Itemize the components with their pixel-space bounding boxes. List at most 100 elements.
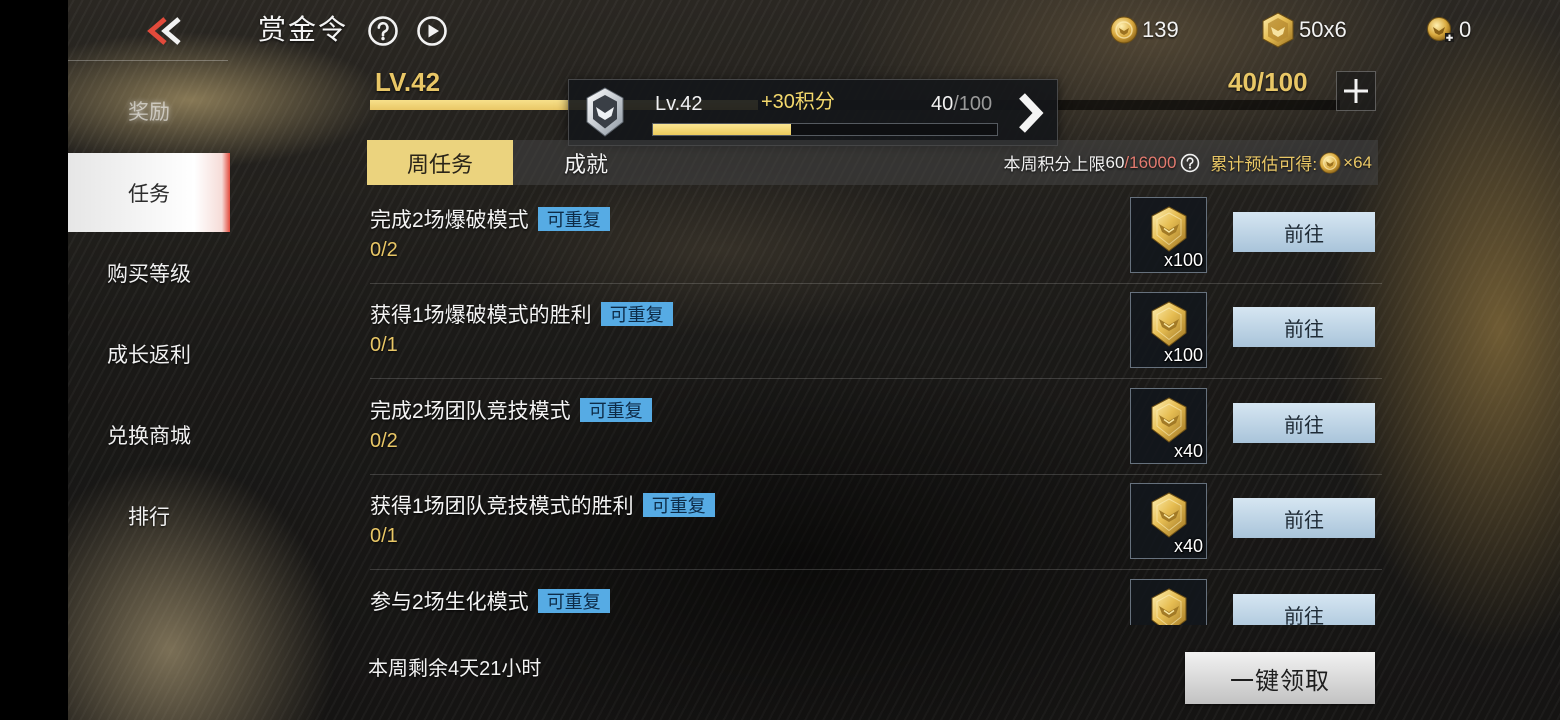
crystal-amount: 50x6 (1299, 17, 1347, 42)
task-title: 完成2场爆破模式 (370, 209, 529, 232)
estimate-value: ×64 (1343, 152, 1372, 172)
repeatable-badge: 可重复 (642, 493, 715, 517)
claim-all-button[interactable]: 一键领取 (1185, 652, 1375, 704)
level-gain-popup: Lv.42 +30积分 40/100 (568, 79, 1058, 146)
task-row: 完成2场爆破模式 可重复 0/2 x100 前往 (367, 196, 1382, 291)
task-row: 完成2场团队竞技模式 可重复 0/2 x40 前往 (367, 387, 1382, 482)
task-title-line: 获得1场团队竞技模式的胜利 可重复 (370, 492, 715, 518)
plus-icon (1344, 79, 1368, 103)
shield-token-icon (1151, 588, 1186, 625)
go-button[interactable]: 前往 (1233, 212, 1375, 252)
currency-coins: 139 (1110, 12, 1179, 48)
video-guide-button[interactable] (416, 15, 448, 47)
weekly-points-info: 本周积分上限 60 /16000 累计预估可得: ×64 (1003, 140, 1372, 185)
row-divider (370, 378, 1382, 379)
task-row: 获得1场爆破模式的胜利 可重复 0/1 x100 前往 (367, 291, 1382, 386)
chevron-right-icon (1019, 93, 1044, 133)
play-circle-icon (417, 16, 447, 46)
sidebar-item-buy-level[interactable]: 购买等级 (68, 232, 230, 313)
reward-item[interactable]: x40 (1130, 388, 1207, 464)
task-title: 获得1场团队竞技模式的胜利 (370, 495, 634, 518)
sidebar-item-label: 购买等级 (107, 262, 191, 286)
level-label: LV.42 (375, 67, 441, 97)
go-button[interactable]: 前往 (1233, 594, 1375, 625)
popup-progress-current: 40 (931, 93, 954, 115)
reward-item[interactable]: x40 (1130, 483, 1207, 559)
shield-token-icon (1151, 397, 1186, 443)
task-progress: 0/1 (370, 525, 398, 547)
reward-amount: x100 (1163, 345, 1203, 365)
repeatable-badge: 可重复 (537, 589, 610, 613)
coin-icon (1319, 151, 1341, 174)
task-title-line: 获得1场爆破模式的胜利 可重复 (370, 301, 673, 327)
shield-token-icon (1151, 301, 1186, 347)
tab-label: 成就 (563, 151, 608, 177)
tab-achievements[interactable]: 成就 (513, 140, 659, 185)
task-title: 完成2场团队竞技模式 (370, 400, 571, 423)
task-tab-bar: 周任务 成就 本周积分上限 60 /16000 累计预估可得: ×64 (367, 140, 1378, 185)
task-progress: 0/2 (370, 430, 398, 452)
sidebar-item-label: 奖励 (128, 100, 170, 124)
weekly-cap-label: 本周积分上限 (1003, 155, 1106, 174)
task-progress: 0/2 (370, 239, 398, 261)
reward-item[interactable] (1130, 579, 1207, 625)
task-row: 获得1场团队竞技模式的胜利 可重复 0/1 x40 前往 (367, 482, 1382, 577)
shield-token-icon (1151, 206, 1186, 252)
buy-level-button[interactable] (1336, 71, 1376, 111)
reward-amount: x40 (1173, 536, 1203, 556)
reward-item[interactable]: x100 (1130, 197, 1207, 273)
repeatable-badge: 可重复 (579, 398, 652, 422)
sidebar-item-ranking[interactable]: 排行 (68, 475, 230, 556)
sidebar-item-tasks[interactable]: 任务 (68, 153, 230, 232)
repeatable-badge: 可重复 (600, 302, 673, 326)
weekly-cap-current: 60 (1105, 152, 1125, 172)
level-progress-text: 40/100 (1228, 67, 1308, 97)
task-title-line: 参与2场生化模式 可重复 (370, 588, 610, 614)
screen-edge (0, 0, 68, 720)
reward-item[interactable]: x100 (1130, 292, 1207, 368)
go-button[interactable]: 前往 (1233, 498, 1375, 538)
popup-progress-text: 40/100 (931, 91, 992, 117)
coin-amount: 139 (1142, 17, 1179, 42)
task-title: 参与2场生化模式 (370, 591, 529, 614)
page-title: 赏金令 (258, 14, 349, 45)
crystal-badge-icon (1262, 12, 1294, 48)
row-divider (370, 569, 1382, 570)
popup-progress-fill (653, 124, 791, 135)
task-progress: 0/1 (370, 334, 398, 356)
sidebar-divider (68, 60, 228, 61)
emblem-amount: 0 (1459, 17, 1472, 42)
popup-progress-bar (652, 123, 998, 136)
task-row: 参与2场生化模式 可重复 前往 (367, 578, 1382, 625)
popup-next-button[interactable] (1009, 88, 1051, 138)
reward-amount: x100 (1163, 250, 1203, 270)
popup-points-gain: +30积分 (761, 91, 835, 113)
repeatable-badge: 可重复 (537, 207, 610, 231)
help-button[interactable] (367, 15, 399, 47)
row-divider (370, 474, 1382, 475)
coin-icon (1110, 16, 1138, 44)
question-circle-icon (368, 16, 398, 46)
question-circle-icon[interactable] (1180, 153, 1200, 173)
popup-progress-total: /100 (953, 93, 993, 115)
go-button[interactable]: 前往 (1233, 403, 1375, 443)
week-time-remaining: 本周剩余4天21小时 (368, 658, 542, 680)
go-button[interactable]: 前往 (1233, 307, 1375, 347)
reward-amount: x40 (1173, 441, 1203, 461)
popup-level: Lv.42 (655, 93, 703, 115)
currency-emblems: 0 (1425, 12, 1471, 48)
sidebar-item-label: 兑换商城 (107, 424, 191, 448)
currency-crystals: 50x6 (1261, 12, 1347, 48)
task-list[interactable]: 完成2场爆破模式 可重复 0/2 x100 前往 获得1场爆破模式的胜利 可重复… (367, 187, 1382, 625)
sidebar-item-label: 任务 (128, 182, 170, 206)
sidebar-item-growth-rebate[interactable]: 成长返利 (68, 313, 230, 394)
emblem-plus-icon (1427, 17, 1454, 42)
tab-weekly-tasks[interactable]: 周任务 (367, 140, 513, 185)
sidebar-item-exchange-shop[interactable]: 兑换商城 (68, 394, 230, 475)
weekly-cap-max: /16000 (1124, 152, 1177, 172)
estimate-label: 累计预估可得: (1210, 155, 1318, 174)
sidebar-item-rewards[interactable]: 奖励 (68, 70, 230, 151)
task-title-line: 完成2场爆破模式 可重复 (370, 206, 610, 232)
sidebar: 奖励 任务 购买等级 成长返利 兑换商城 排行 (68, 0, 230, 720)
sidebar-item-label: 成长返利 (107, 343, 191, 367)
